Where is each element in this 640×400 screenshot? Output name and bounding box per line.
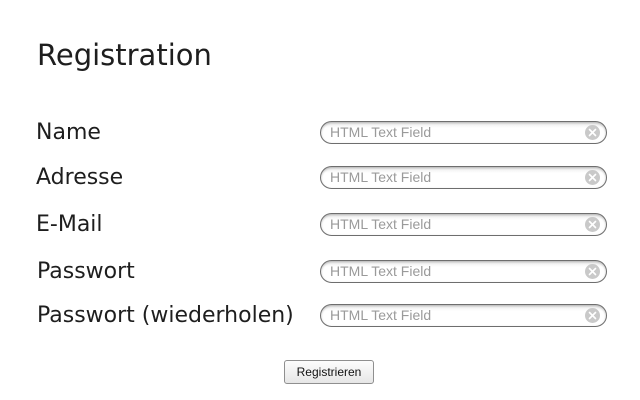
address-field-container bbox=[320, 166, 607, 189]
clear-icon[interactable] bbox=[585, 264, 600, 279]
password-repeat-field[interactable] bbox=[330, 305, 580, 326]
email-field[interactable] bbox=[330, 214, 580, 235]
register-button[interactable]: Registrieren bbox=[284, 360, 374, 384]
name-field-container bbox=[320, 121, 607, 144]
form-row-email: E-Mail bbox=[0, 210, 640, 240]
email-field-container bbox=[320, 213, 607, 236]
form-row-password: Passwort bbox=[0, 257, 640, 287]
email-label: E-Mail bbox=[36, 212, 103, 237]
form-row-password-repeat: Passwort (wiederholen) bbox=[0, 301, 640, 331]
clear-icon[interactable] bbox=[585, 308, 600, 323]
clear-icon[interactable] bbox=[585, 170, 600, 185]
name-field[interactable] bbox=[330, 122, 580, 143]
address-label: Adresse bbox=[36, 165, 124, 190]
address-field[interactable] bbox=[330, 167, 580, 188]
form-row-address: Adresse bbox=[0, 163, 640, 193]
password-repeat-label: Passwort (wiederholen) bbox=[37, 303, 294, 328]
password-label: Passwort bbox=[37, 259, 135, 284]
password-repeat-field-container bbox=[320, 304, 607, 327]
page-title: Registration bbox=[37, 38, 212, 72]
clear-icon[interactable] bbox=[585, 217, 600, 232]
password-field-container bbox=[320, 260, 607, 283]
clear-icon[interactable] bbox=[585, 125, 600, 140]
form-row-name: Name bbox=[0, 118, 640, 148]
registration-page: Registration Name Adresse E-Mail Passwo bbox=[0, 0, 640, 400]
password-field[interactable] bbox=[330, 261, 580, 282]
name-label: Name bbox=[36, 120, 101, 145]
